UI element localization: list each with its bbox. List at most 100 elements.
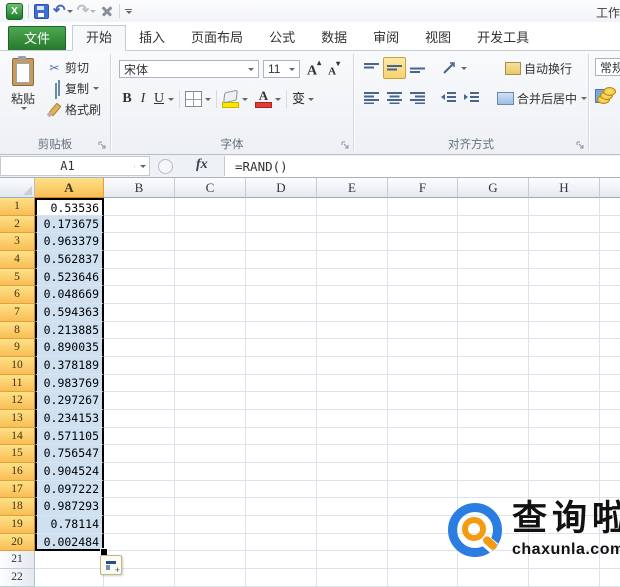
cell-D8[interactable] [246,321,317,340]
cell-B9[interactable] [104,339,175,358]
cell-partial17[interactable] [600,481,620,499]
cell-G2[interactable] [458,215,529,234]
cell-E20[interactable] [317,533,388,552]
tools-button[interactable] [100,2,114,20]
cell-H1[interactable] [529,198,600,216]
cell-E11[interactable] [317,374,388,393]
cell-G14[interactable] [458,427,529,446]
cell-B3[interactable] [104,233,175,252]
cell-H12[interactable] [529,392,600,411]
cell-D16[interactable] [246,463,317,481]
cell-A13[interactable]: 0.234153 [35,410,104,428]
cell-D9[interactable] [246,339,317,358]
cell-F6[interactable] [388,286,458,305]
row-header-3[interactable]: 3 [0,233,35,252]
cell-partial15[interactable] [600,445,620,464]
cell-partial1[interactable] [600,198,620,216]
cell-partial22[interactable] [600,569,620,587]
align-left-button[interactable] [360,87,383,109]
align-top-button[interactable] [360,57,383,79]
cell-E5[interactable] [317,268,388,287]
currency-icon[interactable] [595,87,616,104]
merge-center-button[interactable]: 合并后居中 [497,90,588,107]
cell-G22[interactable] [458,569,529,587]
col-header-partial[interactable] [600,178,620,198]
cell-C9[interactable] [175,339,246,358]
cell-A10[interactable]: 0.378189 [35,357,104,375]
cell-B12[interactable] [104,392,175,411]
cell-C19[interactable] [175,516,246,534]
cell-A19[interactable]: 0.78114 [35,516,104,534]
cell-D21[interactable] [246,551,317,570]
borders-dropdown-icon[interactable] [205,97,211,101]
autofill-options-button[interactable]: + [100,555,122,575]
cell-H10[interactable] [529,357,600,375]
cell-C22[interactable] [175,569,246,587]
row-header-2[interactable]: 2 [0,215,35,234]
cell-E19[interactable] [317,516,388,534]
borders-icon[interactable] [185,91,202,107]
cell-E17[interactable] [317,480,388,499]
cell-G4[interactable] [458,251,529,269]
underline-dropdown-icon[interactable] [168,97,174,101]
cell-partial13[interactable] [600,410,620,428]
cell-G3[interactable] [458,233,529,252]
copy-dropdown-icon[interactable] [93,87,100,90]
cell-H2[interactable] [529,215,600,234]
dialog-launcher-icon[interactable] [98,141,107,150]
wrap-text-button[interactable]: 自动换行 [505,60,572,77]
cell-E14[interactable] [317,427,388,446]
cell-C16[interactable] [175,463,246,481]
cell-B4[interactable] [104,251,175,269]
cell-H14[interactable] [529,427,600,446]
cell-A16[interactable]: 0.904524 [35,463,104,481]
cell-G12[interactable] [458,392,529,411]
col-header-A[interactable]: A [35,178,104,198]
cell-C20[interactable] [175,533,246,552]
cell-partial3[interactable] [600,233,620,252]
row-header-13[interactable]: 13 [0,410,35,428]
cell-E18[interactable] [317,498,388,517]
cell-D7[interactable] [246,304,317,322]
cell-H9[interactable] [529,339,600,358]
underline-button[interactable]: U [151,88,167,110]
orientation-button[interactable] [437,57,460,79]
cell-D20[interactable] [246,533,317,552]
cell-A8[interactable]: 0.213885 [35,321,104,340]
cell-A17[interactable]: 0.097222 [35,480,104,499]
dialog-launcher-icon[interactable] [341,141,350,150]
phonetic-guide-button[interactable]: 变 [292,89,305,109]
cell-E4[interactable] [317,251,388,269]
cell-E8[interactable] [317,321,388,340]
row-header-22[interactable]: 22 [0,569,35,587]
customize-qat-button[interactable] [125,2,133,20]
orientation-dropdown-icon[interactable] [461,66,467,70]
col-header-D[interactable]: D [246,178,317,198]
col-header-E[interactable]: E [317,178,388,198]
cell-C7[interactable] [175,304,246,322]
cell-F9[interactable] [388,339,458,358]
cell-A6[interactable]: 0.048669 [35,286,104,305]
cell-C14[interactable] [175,427,246,446]
align-middle-button[interactable] [383,57,406,79]
cell-E3[interactable] [317,233,388,252]
col-header-F[interactable]: F [388,178,458,198]
cell-F10[interactable] [388,357,458,375]
cell-C18[interactable] [175,498,246,517]
cell-A14[interactable]: 0.571105 [35,427,104,446]
cell-B1[interactable] [104,198,175,216]
cell-C8[interactable] [175,321,246,340]
cell-H4[interactable] [529,251,600,269]
cell-H11[interactable] [529,374,600,393]
cell-A9[interactable]: 0.890035 [35,339,104,358]
cell-A4[interactable]: 0.562837 [35,251,104,269]
cell-A5[interactable]: 0.523646 [35,268,104,287]
cell-C3[interactable] [175,233,246,252]
row-header-17[interactable]: 17 [0,480,35,499]
cell-D17[interactable] [246,480,317,499]
cell-B10[interactable] [104,357,175,375]
cell-B7[interactable] [104,304,175,322]
grow-font-button[interactable]: A▴ [307,58,321,81]
select-all-corner[interactable] [0,178,35,198]
cell-D3[interactable] [246,233,317,252]
